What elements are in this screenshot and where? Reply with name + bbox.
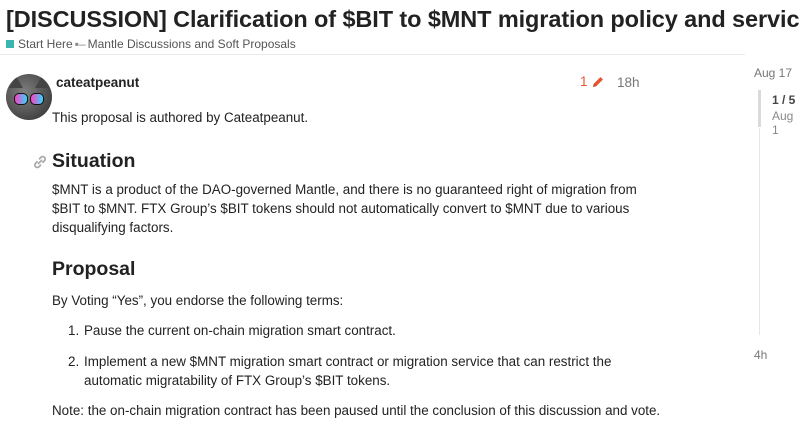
cat-ear-icon bbox=[35, 76, 49, 88]
category-badge-icon bbox=[6, 40, 14, 48]
list-item-text: Implement a new $MNT migration smart con… bbox=[84, 354, 612, 388]
timeline-track[interactable] bbox=[759, 128, 760, 335]
breadcrumb: Start Here ▪– Mantle Discussions and Sof… bbox=[6, 37, 296, 51]
timeline-end-label[interactable]: 4h bbox=[754, 348, 767, 362]
post-username[interactable]: cateatpeanut bbox=[56, 75, 139, 90]
note-text: Note: the on-chain migration contract ha… bbox=[52, 403, 661, 418]
subcategory-link[interactable]: Mantle Discussions and Soft Proposals bbox=[88, 37, 296, 51]
list-item-number: 2. bbox=[68, 354, 80, 369]
situation-text: $MNT is a product of the DAO-governed Ma… bbox=[52, 182, 637, 235]
edit-history-button[interactable]: 1 bbox=[580, 74, 605, 89]
list-item-number: 1. bbox=[68, 323, 80, 338]
topic-title[interactable]: [DISCUSSION] Clarification of $BIT to $M… bbox=[6, 6, 800, 33]
header-divider bbox=[0, 54, 745, 55]
list-item: 1. Pause the current on-chain migration … bbox=[52, 321, 652, 340]
sunglasses-icon bbox=[14, 93, 44, 105]
avatar[interactable] bbox=[6, 74, 52, 120]
proposal-intro: By Voting “Yes”, you endorse the followi… bbox=[52, 293, 344, 308]
list-item: 2. Implement a new $MNT migration smart … bbox=[52, 352, 652, 390]
list-item-text: Pause the current on-chain migration sma… bbox=[84, 323, 396, 338]
cat-ear-icon bbox=[9, 76, 23, 88]
link-icon[interactable] bbox=[32, 154, 48, 170]
situation-heading: Situation bbox=[52, 150, 136, 172]
pencil-icon bbox=[592, 76, 603, 87]
proposal-heading: Proposal bbox=[52, 258, 136, 280]
post-intro: This proposal is authored by Cateatpeanu… bbox=[52, 110, 309, 125]
category-link[interactable]: Start Here bbox=[18, 37, 73, 51]
timeline-scroller-handle[interactable] bbox=[758, 90, 761, 127]
timeline-current-date: Aug 1 bbox=[772, 109, 794, 137]
timeline-start-date[interactable]: Aug 17 bbox=[754, 66, 792, 80]
subcategory-separator-icon: ▪– bbox=[74, 37, 86, 51]
edit-count: 1 bbox=[580, 74, 588, 89]
timeline-position: 1 / 5 bbox=[772, 93, 796, 107]
post-date[interactable]: 18h bbox=[617, 75, 640, 90]
proposal-list: 1. Pause the current on-chain migration … bbox=[52, 321, 652, 390]
